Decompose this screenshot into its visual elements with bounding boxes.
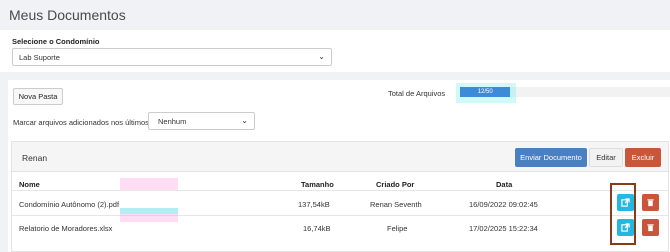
folder-panel: Renan Enviar Documento Editar Excluir No… — [11, 141, 669, 252]
column-header-nome: Nome — [19, 180, 40, 189]
storage-progress-bar: 12/50 — [456, 83, 670, 103]
total-arquivos-label: Total de Arquivos — [388, 89, 446, 98]
file-created-by: Renan Seventh — [370, 200, 422, 209]
redaction-overlay — [120, 214, 178, 222]
marcar-periodo-select[interactable]: Nenhum ⌄ — [148, 112, 255, 130]
files-panel: Nova Pasta Total de Arquivos 12/50 Marca… — [8, 80, 670, 252]
enviar-documento-button[interactable]: Enviar Documento — [515, 148, 587, 167]
row-divider — [12, 215, 668, 216]
chevron-down-icon: ⌄ — [241, 116, 248, 125]
condominio-select[interactable]: Lab Suporte ⌄ — [12, 48, 332, 66]
file-date: 16/09/2022 09:02:45 — [469, 200, 538, 209]
redaction-overlay — [120, 178, 178, 190]
trash-icon — [647, 199, 654, 207]
file-name: Condomínio Autônomo (2).pdf — [19, 200, 120, 209]
page-title: Meus Documentos — [9, 7, 126, 23]
trash-icon — [647, 224, 654, 232]
folder-name: Renan — [22, 153, 48, 163]
file-size: 137,54kB — [298, 200, 330, 209]
file-name: Relatorio de Moradores.xlsx — [19, 224, 113, 233]
chevron-down-icon: ⌄ — [318, 52, 325, 61]
condominio-panel: Selecione o Condomínio Lab Suporte ⌄ — [0, 30, 670, 72]
progress-fill: 12/50 — [460, 87, 511, 97]
file-size: 16,74kB — [303, 224, 331, 233]
header-divider — [12, 190, 668, 191]
column-header-data: Data — [496, 180, 513, 189]
column-header-tamanho: Tamanho — [301, 180, 334, 189]
highlight-box — [610, 183, 636, 245]
delete-file-button[interactable] — [642, 194, 659, 211]
marcar-arquivos-label: Marcar arquivos adicionados nos últimos: — [13, 118, 151, 127]
folder-header: Renan Enviar Documento Editar Excluir — [12, 142, 668, 172]
excluir-button[interactable]: Excluir — [625, 148, 661, 167]
nova-pasta-button[interactable]: Nova Pasta — [13, 88, 63, 105]
marcar-selected-value: Nenhum — [158, 117, 187, 126]
file-date: 17/02/2025 15:22:34 — [469, 224, 538, 233]
file-created-by: Felipe — [387, 224, 408, 233]
condominio-selected-value: Lab Suporte — [19, 53, 60, 62]
delete-file-button[interactable] — [642, 219, 659, 236]
condominio-label: Selecione o Condomínio — [12, 37, 100, 46]
editar-button[interactable]: Editar — [589, 148, 623, 167]
column-header-criado-por: Criado Por — [376, 180, 415, 189]
